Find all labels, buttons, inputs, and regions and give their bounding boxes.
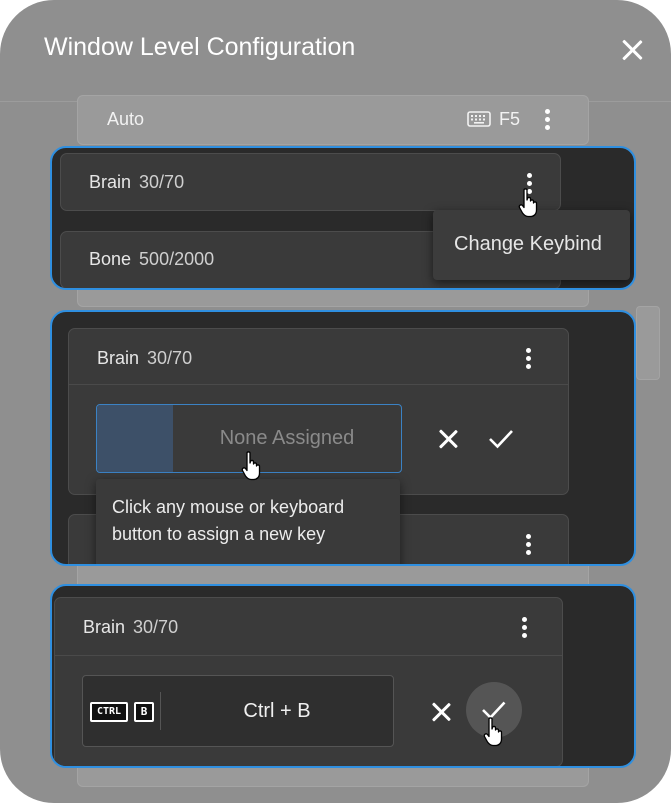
preset-name: Brain	[89, 172, 132, 192]
more-options-icon[interactable]	[526, 533, 532, 557]
keybind-hint-tooltip: Click any mouse or keyboard button to as…	[96, 479, 400, 564]
cancel-icon[interactable]	[429, 700, 453, 724]
list-item-label: Brain 30/70	[83, 617, 178, 638]
menu-item-change-keybind[interactable]: Change Keybind	[454, 233, 602, 256]
list-item-auto[interactable]: Auto F5	[77, 95, 589, 145]
list-item-brain-editing: Brain 30/70 None Assigned	[68, 328, 569, 495]
preset-value: 30/70	[133, 617, 179, 637]
hand-pointer-icon	[241, 451, 261, 481]
list-item-auto-keybind: F5	[499, 109, 521, 129]
close-icon[interactable]	[618, 36, 646, 64]
hand-pointer-icon	[518, 188, 538, 218]
hand-pointer-icon	[483, 717, 503, 747]
keybind-placeholder: None Assigned	[219, 427, 355, 449]
tooltip-line: button to assign a new key	[112, 524, 326, 544]
list-item-label: Brain 30/70	[97, 348, 192, 369]
keybind-b-badge: B	[134, 702, 154, 722]
keybind-badge-slot	[97, 405, 173, 472]
preset-name: Brain	[83, 617, 126, 637]
dialog-title: Window Level Configuration	[44, 33, 356, 61]
list-item-brain[interactable]: Brain 30/70	[60, 153, 561, 211]
tooltip-line: Click any mouse or keyboard	[112, 497, 345, 517]
dialog-header: Window Level Configuration	[0, 0, 671, 102]
keybind-value: Ctrl + B	[243, 700, 311, 722]
context-menu: Change Keybind	[433, 210, 630, 280]
scrollbar-thumb[interactable]	[636, 306, 660, 380]
preset-value: 30/70	[147, 348, 193, 368]
cancel-icon[interactable]	[436, 427, 460, 451]
keybind-ctrl-badge: CTRL	[90, 702, 128, 722]
step3-highlight: Brain 30/70 CTRL B Ctrl + B	[50, 584, 636, 768]
divider	[55, 655, 562, 656]
more-options-icon[interactable]	[545, 108, 551, 132]
list-item-label: Bone 500/2000	[89, 249, 214, 270]
divider	[69, 384, 568, 385]
confirm-check-icon[interactable]	[487, 427, 515, 451]
preset-name: Bone	[89, 249, 132, 269]
step1-highlight: Brain 30/70 Bone 500/2000 Change Keybind	[50, 146, 636, 290]
window-level-dialog: Window Level Configuration Auto F5 Brain…	[0, 0, 671, 803]
list-item-auto-label: Auto	[107, 109, 145, 129]
step2-highlight: Brain 30/70 None Assigned Click any mouse…	[50, 310, 636, 566]
keybind-input[interactable]: CTRL B Ctrl + B	[82, 675, 394, 747]
list-item-label: Brain 30/70	[89, 172, 184, 193]
preset-value: 500/2000	[139, 249, 215, 269]
preset-name: Brain	[97, 348, 140, 368]
more-options-icon[interactable]	[522, 616, 528, 640]
keyboard-icon	[467, 111, 491, 127]
more-options-icon[interactable]	[526, 347, 532, 371]
preset-value: 30/70	[139, 172, 185, 192]
